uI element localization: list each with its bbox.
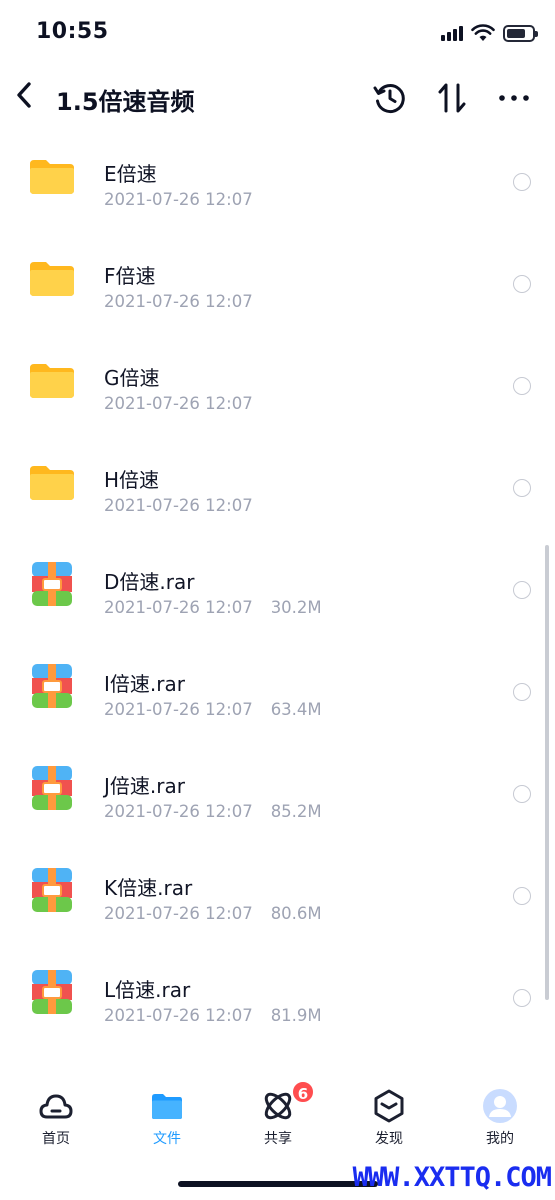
select-checkbox[interactable] [513, 785, 531, 803]
tab-label: 我的 [486, 1131, 514, 1147]
select-checkbox[interactable] [513, 683, 531, 701]
file-row[interactable]: L倍速.rar 2021-07-26 12:07 81.9M [0, 946, 555, 1048]
battery-icon [503, 24, 538, 42]
file-date: 2021-07-26 12:07 [104, 190, 253, 209]
archive-icon [32, 970, 72, 1014]
select-checkbox[interactable] [513, 377, 531, 395]
file-meta: 2021-07-26 12:07 [104, 496, 253, 515]
watermark: WWW.XXTTQ.COM [352, 1162, 552, 1193]
file-row[interactable]: I倍速.rar 2021-07-26 12:07 63.4M [0, 640, 555, 742]
file-name: G倍速 [104, 366, 160, 390]
file-meta: 2021-07-26 12:07 [104, 292, 253, 311]
tab-discover[interactable]: 发现 [344, 1082, 434, 1150]
file-row[interactable]: F倍速 2021-07-26 12:07 [0, 232, 555, 334]
folder-icon [30, 160, 74, 194]
select-checkbox[interactable] [513, 989, 531, 1007]
cloud-icon [39, 1094, 73, 1119]
file-row[interactable]: K倍速.rar 2021-07-26 12:07 80.6M [0, 844, 555, 946]
status-bar: 10:55 [0, 0, 555, 66]
archive-icon [32, 766, 72, 810]
file-row[interactable]: E倍速 2021-07-26 12:07 [0, 130, 555, 232]
file-name: L倍速.rar [104, 978, 191, 1002]
file-name: J倍速.rar [104, 774, 185, 798]
file-size: 63.4M [270, 700, 322, 719]
tab-me[interactable]: 我的 [455, 1082, 545, 1150]
select-checkbox[interactable] [513, 275, 531, 293]
tab-share[interactable]: 6 共享 [233, 1080, 323, 1150]
file-meta: 2021-07-26 12:07 63.4M [104, 700, 322, 719]
file-size: 30.2M [270, 598, 322, 617]
notification-badge: 6 [291, 1080, 315, 1104]
file-date: 2021-07-26 12:07 [104, 598, 253, 617]
scrollbar[interactable] [545, 545, 549, 1000]
select-checkbox[interactable] [513, 173, 531, 191]
file-date: 2021-07-26 12:07 [104, 802, 253, 821]
tab-label: 文件 [153, 1131, 181, 1147]
file-date: 2021-07-26 12:07 [104, 292, 253, 311]
file-name: I倍速.rar [104, 672, 185, 696]
file-name: E倍速 [104, 162, 157, 186]
page-title: 1.5倍速音频 [56, 88, 195, 116]
cube-icon [374, 1089, 404, 1123]
wifi-icon [471, 24, 495, 41]
file-meta: 2021-07-26 12:07 [104, 190, 253, 209]
folder-icon [30, 466, 74, 500]
file-row[interactable]: H倍速 2021-07-26 12:07 [0, 436, 555, 538]
file-meta: 2021-07-26 12:07 [104, 394, 253, 413]
sort-button[interactable] [434, 80, 470, 116]
file-list: E倍速 2021-07-26 12:07 F倍速 2021-07-26 12:0… [0, 130, 555, 1070]
file-date: 2021-07-26 12:07 [104, 496, 253, 515]
status-time: 10:55 [36, 19, 109, 44]
folder-icon [30, 262, 74, 296]
tab-home[interactable]: 首页 [11, 1082, 101, 1150]
archive-icon [32, 868, 72, 912]
chevron-left-icon [17, 82, 31, 108]
header: 1.5倍速音频 [0, 66, 555, 130]
history-button[interactable] [372, 80, 408, 116]
file-name: D倍速.rar [104, 570, 195, 594]
file-size: 80.6M [270, 904, 322, 923]
folder-icon [152, 1094, 182, 1119]
file-name: K倍速.rar [104, 876, 193, 900]
file-meta: 2021-07-26 12:07 81.9M [104, 1006, 322, 1025]
select-checkbox[interactable] [513, 479, 531, 497]
file-name: H倍速 [104, 468, 160, 492]
file-date: 2021-07-26 12:07 [104, 700, 253, 719]
back-button[interactable] [10, 78, 40, 112]
select-checkbox[interactable] [513, 581, 531, 599]
file-size: 85.2M [270, 802, 322, 821]
file-name: F倍速 [104, 264, 156, 288]
file-date: 2021-07-26 12:07 [104, 904, 253, 923]
home-indicator [178, 1181, 378, 1187]
file-row[interactable]: G倍速 2021-07-26 12:07 [0, 334, 555, 436]
tab-label: 共享 [264, 1131, 292, 1147]
file-row[interactable]: D倍速.rar 2021-07-26 12:07 30.2M [0, 538, 555, 640]
file-meta: 2021-07-26 12:07 30.2M [104, 598, 322, 617]
file-row[interactable]: J倍速.rar 2021-07-26 12:07 85.2M [0, 742, 555, 844]
tab-files[interactable]: 文件 [122, 1082, 212, 1150]
file-date: 2021-07-26 12:07 [104, 394, 253, 413]
file-meta: 2021-07-26 12:07 80.6M [104, 904, 322, 923]
file-date: 2021-07-26 12:07 [104, 1006, 253, 1025]
folder-icon [30, 364, 74, 398]
more-button[interactable] [496, 80, 532, 116]
sort-icon [438, 83, 466, 113]
file-meta: 2021-07-26 12:07 85.2M [104, 802, 322, 821]
more-icon [499, 95, 529, 101]
tab-label: 首页 [42, 1131, 70, 1147]
tab-label: 发现 [375, 1131, 403, 1147]
history-icon [373, 84, 405, 114]
avatar-icon [483, 1089, 517, 1123]
select-checkbox[interactable] [513, 887, 531, 905]
status-icons [441, 22, 538, 44]
archive-icon [32, 664, 72, 708]
archive-icon [32, 562, 72, 606]
file-size: 81.9M [270, 1006, 322, 1025]
signal-icon [441, 25, 463, 41]
